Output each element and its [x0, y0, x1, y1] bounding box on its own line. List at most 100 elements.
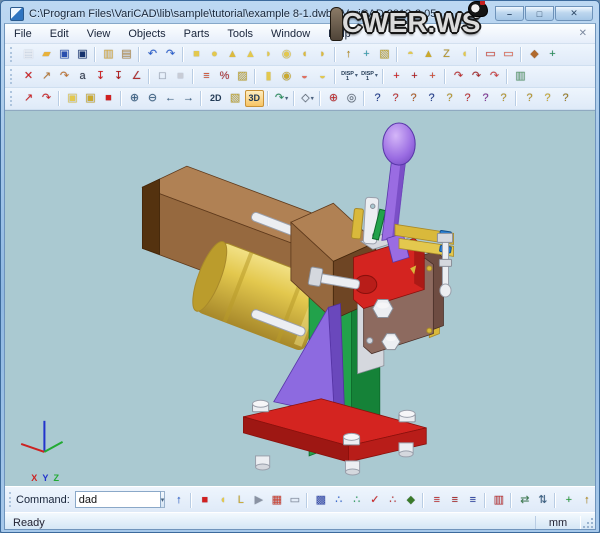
assembly-structure-icon[interactable]: ▩ — [312, 492, 329, 509]
view-previous-icon[interactable]: ← — [162, 90, 179, 107]
zoom-window-icon[interactable]: ⊕ — [325, 90, 342, 107]
save-all-icon[interactable]: ▣ — [74, 46, 91, 63]
solid-cylinder-horizontal-icon[interactable]: ◗ — [260, 46, 277, 63]
display-layer-2-button[interactable]: DISP 1▾ — [360, 68, 379, 85]
solid-elbow-2-icon[interactable]: ◗ — [314, 46, 331, 63]
menu-objects[interactable]: Objects — [119, 25, 174, 43]
clamp-tool-2-icon[interactable]: ▭ — [500, 46, 517, 63]
dropdown-arrow-icon[interactable]: ▾ — [311, 96, 314, 102]
command-input[interactable] — [75, 491, 161, 508]
insert-solid-icon[interactable]: + — [388, 68, 405, 85]
text-attribute-icon[interactable]: a — [74, 68, 91, 85]
shell-icon[interactable]: ▧ — [376, 46, 393, 63]
section-view-icon[interactable]: ▦ — [268, 492, 285, 509]
save-part-up-icon[interactable]: ↑ — [578, 492, 595, 509]
view-solid-3-icon[interactable]: ↷ — [486, 68, 503, 85]
transparency-icon[interactable]: % — [216, 68, 233, 85]
rotate-view-icon[interactable]: ↷▾ — [273, 90, 290, 107]
bom-list-3-icon[interactable]: ≡ — [464, 492, 481, 509]
command-history-dropdown[interactable]: ▾ — [161, 491, 166, 508]
refresh-icon[interactable]: ⇅ — [534, 492, 551, 509]
measure-cylinder-icon[interactable]: ? — [495, 90, 512, 107]
anchor-group-icon[interactable]: ↧ — [110, 68, 127, 85]
curved-slab-icon[interactable]: ◖ — [456, 46, 473, 63]
pipe-elbow-icon[interactable]: ◖ — [214, 492, 231, 509]
info-part-icon[interactable]: ? — [539, 90, 556, 107]
copy-solid-icon[interactable]: ▣ — [64, 90, 81, 107]
edit-solid-icon[interactable]: ▨ — [234, 68, 251, 85]
link-parts-icon[interactable]: ∴ — [330, 492, 347, 509]
bom-list-2-icon[interactable]: ≡ — [446, 492, 463, 509]
measure-volume-icon[interactable]: ? — [459, 90, 476, 107]
sphere-cut-2-icon[interactable]: ◒ — [314, 68, 331, 85]
solid-cone-icon[interactable]: ▲ — [242, 46, 259, 63]
pipe-junction-icon[interactable]: + — [358, 46, 375, 63]
menu-help[interactable]: Help — [319, 25, 360, 43]
menu-tools[interactable]: Tools — [218, 25, 262, 43]
l-profile-icon[interactable]: L — [232, 492, 249, 509]
sphere-cut-icon[interactable]: ◒ — [296, 68, 313, 85]
perspective-view-icon[interactable]: ◇▾ — [299, 90, 316, 107]
csys-rotate-icon[interactable]: ↷ — [38, 90, 55, 107]
group-select-icon[interactable]: ▥ — [512, 68, 529, 85]
bolt-icon[interactable]: ▮ — [260, 68, 277, 85]
boolean-subtract-icon[interactable]: ■ — [196, 492, 213, 509]
frustum-icon[interactable]: ▲ — [420, 46, 437, 63]
measure-solid-icon[interactable]: ? — [387, 90, 404, 107]
z-profile-icon[interactable]: Z — [438, 46, 455, 63]
undo-icon[interactable]: ↶ — [144, 46, 161, 63]
info-assembly-icon[interactable]: ? — [557, 90, 574, 107]
measure-csys-icon[interactable]: ? — [405, 90, 422, 107]
new-file-icon[interactable]: ▤ — [20, 46, 37, 63]
mirror-solid-icon[interactable]: ▣ — [82, 90, 99, 107]
measure-angle-icon[interactable]: ∠ — [128, 68, 145, 85]
solid-box-icon[interactable]: ■ — [188, 46, 205, 63]
redo-icon[interactable]: ↷ — [162, 46, 179, 63]
open-file-icon[interactable]: ▰ — [38, 46, 55, 63]
view-solid-icon[interactable]: ↷ — [450, 68, 467, 85]
reload-icon[interactable]: ⇄ — [516, 492, 533, 509]
menubar-close-icon[interactable]: ✕ — [571, 28, 595, 39]
box-outline-icon[interactable]: ▭ — [286, 492, 303, 509]
pipe-branch-icon[interactable]: + — [544, 46, 561, 63]
resize-grip[interactable] — [581, 516, 595, 530]
sphere-segment-icon[interactable]: ◓ — [402, 46, 419, 63]
dropdown-arrow-icon[interactable]: ▾ — [285, 96, 288, 102]
anchor-icon[interactable]: ↧ — [92, 68, 109, 85]
dropdown-arrow-icon[interactable]: ▾ — [355, 74, 358, 79]
minimize-button[interactable]: – — [495, 6, 524, 21]
rotate-icon[interactable]: ↷ — [56, 68, 73, 85]
view-3d-button[interactable]: 3D — [245, 90, 265, 107]
menu-edit[interactable]: Edit — [41, 25, 78, 43]
save-icon[interactable]: ▣ — [56, 46, 73, 63]
clamp-tool-icon[interactable]: ▭ — [482, 46, 499, 63]
constraint-icon[interactable]: ∴ — [384, 492, 401, 509]
solid-truncated-cone-icon[interactable]: ▲ — [224, 46, 241, 63]
close-button[interactable]: ✕ — [555, 6, 593, 21]
view-next-icon[interactable]: → — [180, 90, 197, 107]
menu-view[interactable]: View — [78, 25, 120, 43]
shaded-box-icon[interactable]: ■ — [172, 68, 189, 85]
move-icon[interactable]: ↗ — [38, 68, 55, 85]
link-parts-2-icon[interactable]: ∴ — [348, 492, 365, 509]
solid-cylinder-icon[interactable]: ● — [206, 46, 223, 63]
display-layer-1-button[interactable]: DISP 1▾ — [340, 68, 359, 85]
render-icon[interactable]: ◆ — [402, 492, 419, 509]
zoom-out-icon[interactable]: ⊖ — [144, 90, 161, 107]
nut-icon[interactable]: ◉ — [278, 68, 295, 85]
boolean-tool-icon[interactable]: ◆ — [526, 46, 543, 63]
delete-icon[interactable]: ✕ — [20, 68, 37, 85]
bom-list-icon[interactable]: ≡ — [428, 492, 445, 509]
extrude-icon[interactable]: ↑ — [340, 46, 357, 63]
view-box-icon[interactable]: ▧ — [227, 90, 244, 107]
paste-icon[interactable]: ▤ — [118, 46, 135, 63]
solid-tube-icon[interactable]: ◉ — [278, 46, 295, 63]
3d-viewport[interactable]: X Y Z — [5, 110, 595, 486]
transform-solid-icon[interactable]: + — [424, 68, 441, 85]
view-2d-button[interactable]: 2D — [206, 90, 226, 107]
measure-path-icon[interactable]: ? — [423, 90, 440, 107]
check-interference-icon[interactable]: ? — [477, 90, 494, 107]
display-settings-icon[interactable]: ≡ — [198, 68, 215, 85]
wireframe-box-icon[interactable]: □ — [154, 68, 171, 85]
info-solid-icon[interactable]: ? — [521, 90, 538, 107]
